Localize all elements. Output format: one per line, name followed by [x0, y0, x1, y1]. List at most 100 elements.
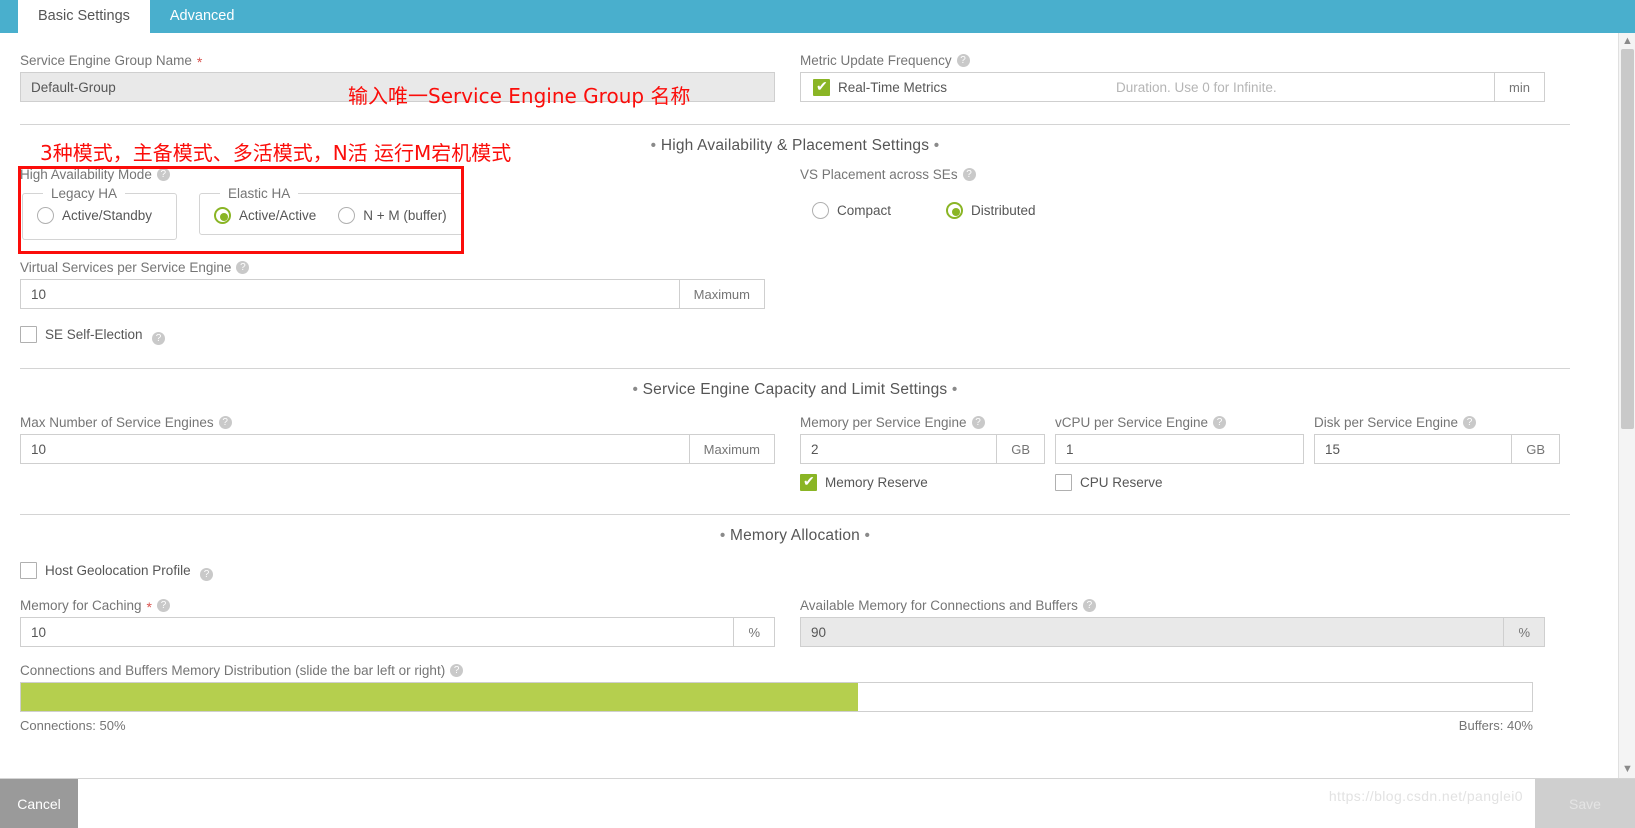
available-memory-field: %: [800, 617, 1545, 647]
disk-per-se-input[interactable]: [1315, 435, 1512, 463]
tab-basic-settings-label: Basic Settings: [38, 8, 130, 24]
memory-distribution-label: Connections and Buffers Memory Distribut…: [20, 663, 1533, 678]
section-bullet-right: •: [933, 137, 940, 154]
metric-update-frequency-group: Metric Update Frequency ? Real-Time Metr…: [790, 53, 1560, 102]
disk-per-se-field[interactable]: GB: [1314, 434, 1560, 464]
available-memory-group: Available Memory for Connections and Buf…: [790, 598, 1560, 647]
available-memory-addon: %: [1503, 618, 1544, 646]
radio-active-standby[interactable]: Active/Standby: [37, 207, 152, 224]
max-number-of-ses-field[interactable]: Maximum: [20, 434, 775, 464]
tab-advanced[interactable]: Advanced: [150, 0, 255, 33]
se-group-name-label: Service Engine Group Name *: [20, 53, 775, 70]
cancel-button-label: Cancel: [17, 795, 61, 812]
radio-n-plus-m-label: N + M (buffer): [363, 208, 447, 223]
se-group-name-group: Service Engine Group Name *: [20, 53, 790, 102]
vcpu-per-se-input[interactable]: [1056, 435, 1303, 463]
help-icon[interactable]: ?: [1082, 599, 1096, 612]
memory-per-se-label-text: Memory per Service Engine: [800, 415, 967, 430]
radio-active-active-label: Active/Active: [239, 208, 317, 223]
high-availability-mode-label: High Availability Mode ?: [20, 167, 775, 182]
radio-active-active[interactable]: Active/Active: [214, 207, 316, 224]
vs-placement-label-text: VS Placement across SEs: [800, 167, 958, 182]
memory-per-se-label: Memory per Service Engine ?: [800, 415, 1045, 430]
memory-distribution-slider[interactable]: [20, 682, 1533, 712]
virtual-services-per-se-label-text: Virtual Services per Service Engine: [20, 260, 232, 275]
realtime-metrics-checkbox[interactable]: Real-Time Metrics: [813, 78, 947, 96]
radio-n-plus-m[interactable]: N + M (buffer): [338, 207, 447, 224]
vs-placement-group: VS Placement across SEs ? Compact Distri…: [790, 167, 1560, 240]
help-icon[interactable]: ?: [200, 568, 214, 581]
required-asterisk: *: [196, 53, 203, 70]
memory-distribution-label-text: Connections and Buffers Memory Distribut…: [20, 663, 446, 678]
vcpu-per-se-field[interactable]: [1055, 434, 1304, 464]
scroll-up-icon[interactable]: ▲: [1622, 36, 1633, 47]
section-capacity-title: • Service Engine Capacity and Limit Sett…: [20, 381, 1570, 399]
help-icon[interactable]: ?: [1213, 416, 1227, 429]
se-group-name-field[interactable]: [20, 72, 775, 102]
help-icon[interactable]: ?: [236, 261, 250, 274]
se-self-election-label: SE Self-Election: [45, 327, 143, 342]
footer-bar: Cancel Save: [0, 778, 1635, 828]
cancel-button[interactable]: Cancel: [0, 779, 78, 828]
vcpu-per-se-group: vCPU per Service Engine ?: [1055, 415, 1304, 464]
available-memory-label: Available Memory for Connections and Buf…: [800, 598, 1560, 613]
vertical-scrollbar[interactable]: ▲ ▼: [1618, 33, 1635, 778]
help-icon[interactable]: ?: [450, 664, 464, 677]
memory-for-caching-addon: %: [733, 618, 774, 646]
legacy-ha-fieldset: Legacy HA Active/Standby: [22, 186, 177, 240]
section-bullet-left: •: [632, 381, 639, 398]
se-self-election-checkbox[interactable]: SE Self-Election: [20, 326, 143, 343]
buffers-percent-label: Buffers: 40%: [1458, 718, 1533, 733]
radio-distributed[interactable]: Distributed: [946, 202, 1036, 219]
vcpu-per-se-label-text: vCPU per Service Engine: [1055, 415, 1209, 430]
host-geolocation-profile-checkbox[interactable]: Host Geolocation Profile: [20, 562, 191, 579]
help-icon[interactable]: ?: [156, 168, 170, 181]
disk-per-se-label-text: Disk per Service Engine: [1314, 415, 1459, 430]
memory-for-caching-field[interactable]: %: [20, 617, 775, 647]
help-icon[interactable]: ?: [152, 332, 165, 345]
tab-basic-settings[interactable]: Basic Settings: [18, 0, 150, 33]
memory-for-caching-input[interactable]: [21, 618, 734, 646]
help-icon[interactable]: ?: [962, 168, 976, 181]
save-button[interactable]: Save: [1535, 779, 1635, 828]
elastic-ha-legend: Elastic HA: [228, 186, 291, 201]
memory-for-caching-label: Memory for Caching * ?: [20, 598, 775, 614]
vcpu-per-se-label: vCPU per Service Engine ?: [1055, 415, 1304, 430]
help-icon[interactable]: ?: [971, 416, 985, 429]
memory-distribution-slider-fill[interactable]: [21, 683, 859, 711]
memory-per-se-input[interactable]: [801, 435, 997, 463]
memory-per-se-group: Memory per Service Engine ? GB: [800, 415, 1045, 464]
help-icon[interactable]: ?: [956, 54, 970, 67]
section-ha-placement-text: High Availability & Placement Settings: [660, 137, 930, 154]
section-memory-allocation-title: • Memory Allocation •: [20, 527, 1570, 545]
cpu-reserve-checkbox[interactable]: CPU Reserve: [1055, 474, 1163, 491]
radio-compact[interactable]: Compact: [812, 202, 891, 219]
virtual-services-per-se-input[interactable]: [21, 280, 679, 308]
radio-dot: [214, 207, 231, 224]
help-icon[interactable]: ?: [1463, 416, 1477, 429]
scroll-down-icon[interactable]: ▼: [1622, 764, 1633, 775]
high-availability-mode-group: High Availability Mode ? Legacy HA Activ…: [20, 167, 790, 240]
max-number-of-ses-input[interactable]: [21, 435, 689, 463]
scrollbar-thumb[interactable]: [1621, 49, 1634, 429]
help-icon[interactable]: ?: [218, 416, 232, 429]
section-memory-allocation: • Memory Allocation •: [20, 514, 1570, 545]
memory-distribution-group: Connections and Buffers Memory Distribut…: [20, 663, 1533, 733]
memory-per-se-field[interactable]: GB: [800, 434, 1045, 464]
help-icon[interactable]: ?: [157, 599, 170, 612]
metric-duration-input[interactable]: [1106, 73, 1495, 101]
virtual-services-per-se-label: Virtual Services per Service Engine ?: [20, 260, 765, 275]
memory-for-caching-group: Memory for Caching * ? %: [20, 598, 790, 647]
virtual-services-per-se-field[interactable]: Maximum: [20, 279, 765, 309]
elastic-ha-fieldset: Elastic HA Active/Active N + M (buffer): [199, 186, 464, 235]
memory-reserve-label: Memory Reserve: [825, 475, 928, 490]
checkbox-box: [800, 473, 817, 491]
se-resource-fields: Memory per Service Engine ? GB vCPU per …: [790, 415, 1560, 464]
section-capacity: • Service Engine Capacity and Limit Sett…: [20, 368, 1570, 399]
reserve-spacer: [20, 474, 790, 496]
reserve-checkboxes: Memory Reserve CPU Reserve: [790, 473, 1560, 496]
memory-reserve-checkbox[interactable]: Memory Reserve: [800, 473, 928, 491]
radio-dot: [338, 207, 356, 224]
se-group-name-input[interactable]: [21, 73, 774, 101]
memory-for-caching-label-text: Memory for Caching: [20, 598, 142, 613]
